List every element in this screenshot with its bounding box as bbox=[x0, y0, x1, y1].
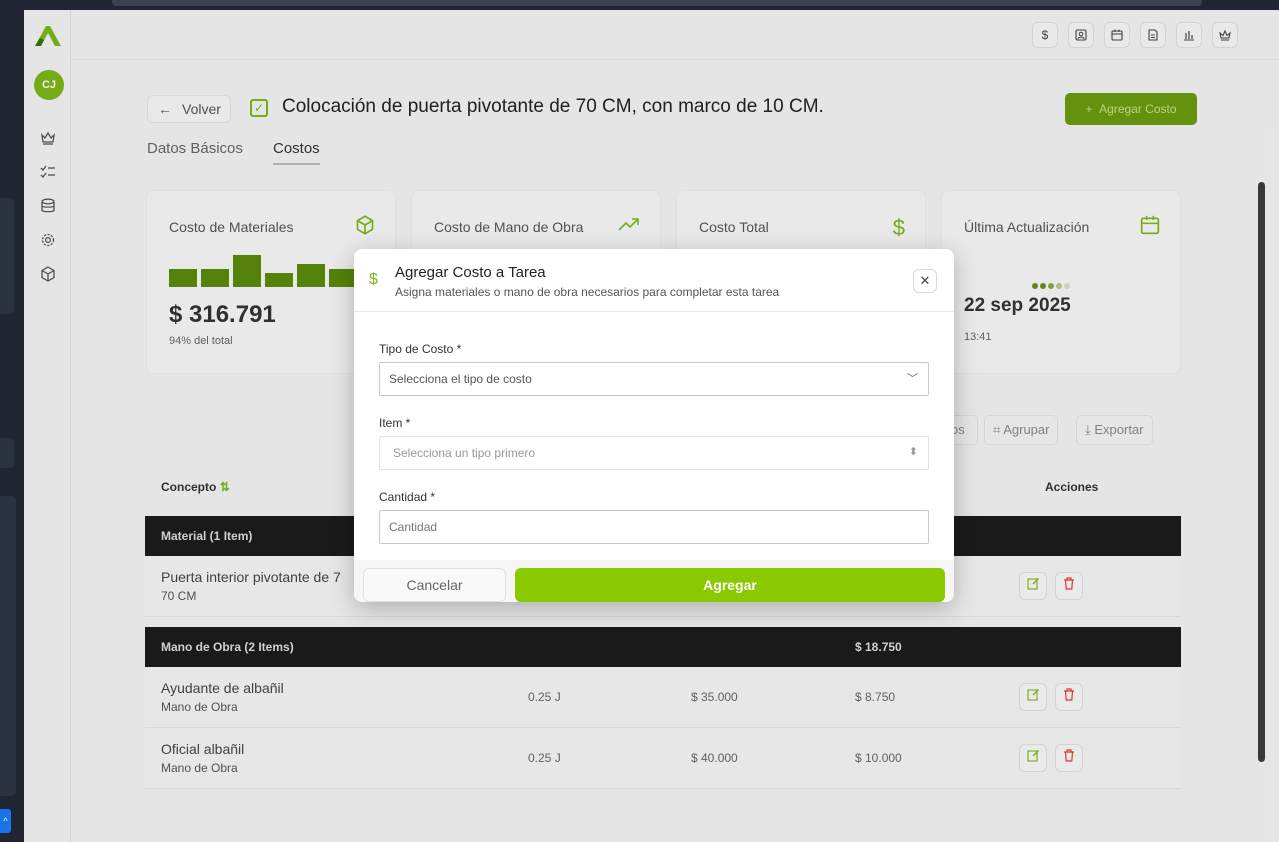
quantity-label: Cantidad * bbox=[379, 490, 436, 504]
os-panel-strip bbox=[0, 198, 14, 314]
quantity-placeholder: Cantidad bbox=[389, 520, 438, 534]
os-panel-strip bbox=[0, 438, 14, 468]
close-icon: ✕ bbox=[919, 273, 931, 288]
cancel-button[interactable]: Cancelar bbox=[363, 568, 506, 602]
os-scrollbar[interactable] bbox=[0, 496, 16, 796]
os-blue-button[interactable]: ^ bbox=[0, 809, 11, 833]
item-label: Item * bbox=[379, 416, 411, 430]
modal-header: $ Agregar Costo a Tarea Asigna materiale… bbox=[354, 249, 954, 312]
add-cost-modal: $ Agregar Costo a Tarea Asigna materiale… bbox=[354, 249, 954, 602]
cost-type-select[interactable]: Selecciona el tipo de costo ﹀ bbox=[379, 362, 929, 396]
close-button[interactable]: ✕ bbox=[913, 269, 937, 293]
modal-footer: Cancelar Agregar bbox=[354, 560, 954, 602]
item-placeholder: Selecciona un tipo primero bbox=[393, 446, 536, 460]
item-select[interactable]: Selecciona un tipo primero ⬍ bbox=[379, 436, 929, 470]
chevron-down-icon: ﹀ bbox=[907, 373, 918, 385]
app-window: CJ $ ← Volver ✓ Colocación de puerta piv… bbox=[24, 10, 1279, 842]
quantity-field[interactable]: Cantidad bbox=[379, 510, 929, 544]
cost-type-placeholder: Selecciona el tipo de costo bbox=[389, 372, 532, 386]
submit-button[interactable]: Agregar bbox=[515, 568, 945, 602]
os-top-bar bbox=[24, 0, 1279, 10]
os-left-panel: ^ bbox=[0, 0, 24, 842]
dollar-icon: $ bbox=[369, 271, 378, 288]
chevron-updown-icon: ⬍ bbox=[908, 446, 918, 458]
modal-subtitle: Asigna materiales o mano de obra necesar… bbox=[395, 285, 780, 299]
address-bar[interactable] bbox=[112, 0, 1202, 6]
cost-type-label: Tipo de Costo * bbox=[379, 342, 462, 356]
modal-title: Agregar Costo a Tarea bbox=[395, 264, 546, 281]
